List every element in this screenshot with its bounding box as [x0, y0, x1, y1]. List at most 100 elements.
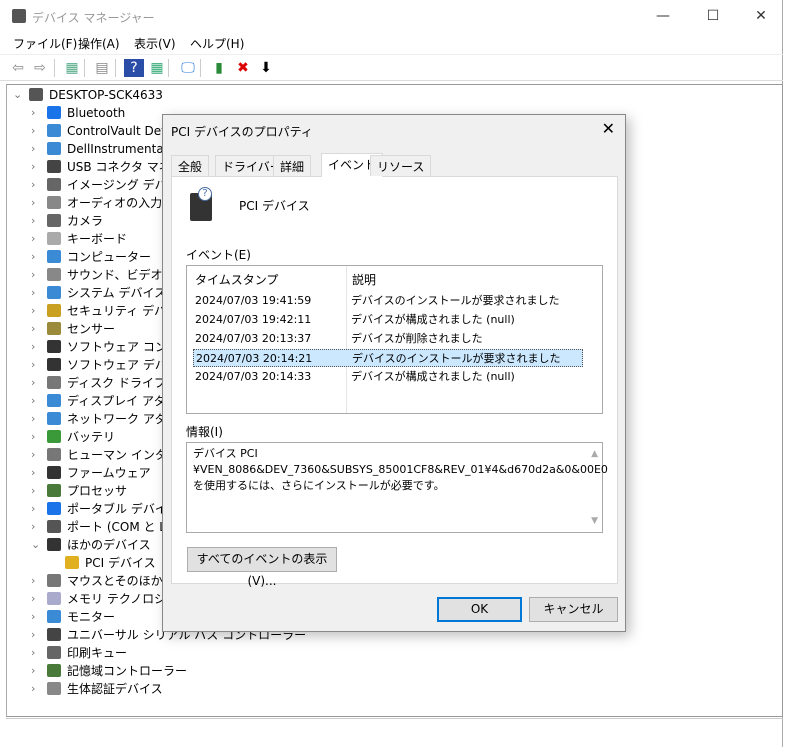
- device-category-icon: [47, 124, 61, 137]
- info-textbox[interactable]: デバイス PCI ¥VEN_8086&DEV_7360&SUBSYS_85001…: [186, 442, 608, 533]
- event-timestamp: 2024/07/03 19:42:11: [195, 313, 312, 326]
- scan-hardware-icon[interactable]: 🖵: [178, 59, 198, 77]
- show-all-events-button[interactable]: すべてのイベントの表示(V)...: [187, 547, 337, 588]
- device-category-icon: [47, 376, 61, 389]
- device-name: PCI デバイス: [239, 199, 310, 213]
- device-category-icon: [47, 466, 61, 479]
- device-category-icon: [47, 196, 61, 209]
- show-hide-console-tree-icon[interactable]: ▦: [62, 59, 82, 77]
- cancel-button[interactable]: キャンセル: [529, 597, 618, 622]
- chevron-right-icon[interactable]: ›: [31, 338, 43, 356]
- tree-item-label: モニター: [67, 610, 116, 624]
- chevron-right-icon[interactable]: ›: [31, 302, 43, 320]
- tree-item-label: Bluetooth: [67, 106, 126, 120]
- chevron-right-icon[interactable]: ›: [31, 590, 43, 608]
- event-description: デバイスのインストールが要求されました: [352, 352, 561, 365]
- column-header-timestamp[interactable]: タイムスタンプ: [195, 271, 278, 288]
- chevron-right-icon[interactable]: ›: [31, 662, 43, 680]
- event-row[interactable]: 2024/07/03 20:14:21 デバイスのインストールが要求されました: [193, 349, 583, 367]
- device-category-icon: [47, 268, 61, 281]
- event-description: デバイスが構成されました (null): [351, 370, 515, 383]
- device-category-icon: [47, 592, 61, 605]
- tree-item-label: カメラ: [67, 214, 104, 228]
- chevron-right-icon[interactable]: ›: [31, 248, 43, 266]
- toolbar-separator: [168, 59, 169, 77]
- tab-details[interactable]: 詳細: [273, 155, 312, 176]
- device-category-icon: [47, 286, 61, 299]
- chevron-right-icon[interactable]: ›: [31, 608, 43, 626]
- device-category-icon: [47, 358, 61, 371]
- event-row[interactable]: 2024/07/03 19:41:59 デバイスのインストールが要求されました: [193, 292, 583, 310]
- device-category-icon: [47, 520, 61, 533]
- chevron-right-icon[interactable]: ›: [31, 572, 43, 590]
- properties-icon[interactable]: ▤: [92, 59, 112, 77]
- dialog-close-button[interactable]: ✕: [602, 119, 615, 138]
- chevron-down-icon[interactable]: ⌄: [13, 86, 25, 104]
- menu-action[interactable]: 操作(A): [78, 35, 120, 52]
- tree-item-label: センサー: [67, 322, 116, 336]
- device-category-icon: [47, 178, 61, 191]
- chevron-right-icon[interactable]: ›: [31, 158, 43, 176]
- chevron-right-icon[interactable]: ›: [31, 626, 43, 644]
- chevron-right-icon[interactable]: ›: [31, 266, 43, 284]
- chevron-down-icon[interactable]: ⌄: [31, 536, 43, 554]
- back-icon[interactable]: ⇦: [8, 59, 28, 77]
- event-row[interactable]: 2024/07/03 20:13:37 デバイスが削除されました: [193, 330, 583, 348]
- tree-item-label: コンピューター: [67, 250, 152, 264]
- chevron-right-icon[interactable]: ›: [31, 356, 43, 374]
- tree-item-label: 記憶域コントローラー: [67, 664, 188, 678]
- device-category-icon: [47, 160, 61, 173]
- action-pane-icon[interactable]: ▦: [147, 59, 167, 77]
- event-row[interactable]: 2024/07/03 19:42:11 デバイスが構成されました (null): [193, 311, 583, 329]
- scroll-up-icon[interactable]: ▲: [591, 446, 598, 462]
- events-list[interactable]: タイムスタンプ 説明 2024/07/03 19:41:59 デバイスのインストー…: [186, 265, 603, 414]
- ok-button[interactable]: OK: [437, 597, 522, 622]
- chevron-right-icon[interactable]: ›: [31, 464, 43, 482]
- column-header-description[interactable]: 説明: [352, 271, 376, 288]
- chevron-right-icon[interactable]: ›: [31, 392, 43, 410]
- tree-item-label: 印刷キュー: [67, 646, 128, 660]
- scroll-down-icon[interactable]: ▼: [591, 513, 598, 529]
- tree-item-label: キーボード: [67, 232, 128, 246]
- chevron-right-icon[interactable]: ›: [31, 284, 43, 302]
- chevron-right-icon[interactable]: ›: [31, 518, 43, 536]
- uninstall-icon[interactable]: ✖: [233, 59, 253, 77]
- chevron-right-icon[interactable]: ›: [31, 410, 43, 428]
- chevron-right-icon[interactable]: ›: [31, 140, 43, 158]
- chevron-right-icon[interactable]: ›: [31, 680, 43, 698]
- chevron-right-icon[interactable]: ›: [31, 500, 43, 518]
- chevron-right-icon[interactable]: ›: [31, 482, 43, 500]
- chevron-right-icon[interactable]: ›: [31, 212, 43, 230]
- event-description: デバイスが構成されました (null): [351, 313, 515, 326]
- tab-resources[interactable]: リソース: [370, 155, 432, 176]
- chevron-right-icon[interactable]: ›: [31, 194, 43, 212]
- menu-file[interactable]: ファイル(F): [13, 35, 77, 52]
- chevron-right-icon[interactable]: ›: [31, 176, 43, 194]
- menu-help[interactable]: ヘルプ(H): [190, 35, 244, 52]
- chevron-right-icon[interactable]: ›: [31, 374, 43, 392]
- chevron-right-icon[interactable]: ›: [31, 230, 43, 248]
- chevron-right-icon[interactable]: ›: [31, 104, 43, 122]
- update-driver-icon[interactable]: ▮: [209, 59, 229, 77]
- minimize-button[interactable]: —: [648, 5, 678, 27]
- event-description: デバイスが削除されました: [351, 332, 483, 345]
- chevron-right-icon[interactable]: ›: [31, 428, 43, 446]
- properties-dialog: PCI デバイスのプロパティ ✕ 全般 ドライバー 詳細 ? PCI デバイス …: [162, 114, 626, 632]
- chevron-right-icon[interactable]: ›: [31, 320, 43, 338]
- event-timestamp: 2024/07/03 20:14:21: [196, 352, 313, 365]
- event-timestamp: 2024/07/03 20:14:33: [195, 370, 312, 383]
- close-button[interactable]: ✕: [746, 5, 776, 27]
- forward-icon[interactable]: ⇨: [30, 59, 50, 77]
- maximize-button[interactable]: ☐: [698, 5, 728, 27]
- tree-item-label: システム デバイス: [67, 286, 167, 300]
- device-category-icon: [47, 394, 61, 407]
- menu-view[interactable]: 表示(V): [134, 35, 176, 52]
- toolbar-separator: [200, 59, 201, 77]
- tab-general[interactable]: 全般: [171, 155, 210, 176]
- chevron-right-icon[interactable]: ›: [31, 122, 43, 140]
- event-row[interactable]: 2024/07/03 20:14:33 デバイスが構成されました (null): [193, 368, 583, 386]
- disable-icon[interactable]: ⬇: [256, 59, 276, 77]
- help-icon[interactable]: ?: [124, 59, 144, 77]
- chevron-right-icon[interactable]: ›: [31, 446, 43, 464]
- chevron-right-icon[interactable]: ›: [31, 644, 43, 662]
